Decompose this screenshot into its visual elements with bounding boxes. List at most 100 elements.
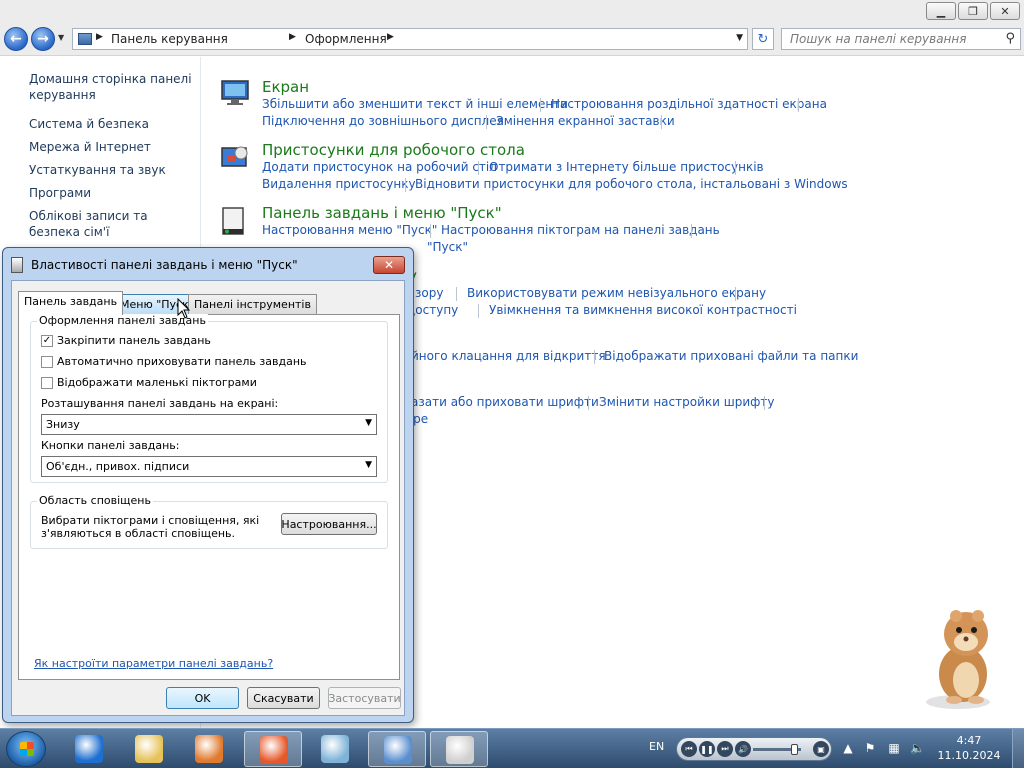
lock-taskbar-checkbox[interactable]: ✓ Закріпити панель завдань	[41, 334, 211, 347]
apply-button[interactable]: Застосувати	[328, 687, 401, 709]
volume-icon[interactable]: 🔊	[735, 741, 751, 757]
taskbar-help-link[interactable]: Як настроїти параметри панелі завдань?	[34, 657, 273, 670]
cancel-button[interactable]: Скасувати	[247, 687, 320, 709]
link-non-visual-display[interactable]: Використовувати режим невізуального екра…	[467, 286, 766, 300]
forward-button[interactable]: →	[31, 27, 55, 51]
tab-taskbar[interactable]: Панель завдань	[18, 291, 124, 315]
show-desktop-button[interactable]	[1012, 729, 1024, 768]
link-separator	[735, 161, 736, 175]
control-panel-icon	[78, 33, 92, 45]
customize-notifications-button[interactable]: Настроювання...	[281, 513, 377, 535]
link-single-click[interactable]: йного клацання для відкриття	[411, 349, 606, 363]
link-restore-gadgets[interactable]: Відновити пристосунки для робочого стола…	[415, 177, 848, 191]
taskbar-buttons-select[interactable]: Об'єдн., привох. підписи ▼	[41, 456, 377, 477]
restore-player-icon[interactable]: ▣	[813, 741, 829, 757]
windows-explorer-icon	[135, 735, 163, 763]
link-high-contrast[interactable]: Увімкнення та вимкнення високої контраст…	[489, 303, 797, 317]
taskbar-button-windows-explorer[interactable]	[120, 731, 178, 767]
nav-link-network-internet[interactable]: Мережа й Інтернет	[29, 139, 194, 155]
breadcrumb-chevron-icon[interactable]: ▶	[387, 32, 394, 42]
link-get-more-gadgets[interactable]: Отримати з Інтернету більше пристосунків	[489, 160, 764, 174]
taskbar-location-value: Знизу	[46, 418, 80, 431]
link-uninstall-gadget[interactable]: Видалення пристосунку	[262, 177, 416, 191]
link-enlarge-text[interactable]: Збільшити або зменшити текст й інші елем…	[262, 97, 568, 111]
volume-slider-thumb[interactable]	[791, 744, 798, 755]
link-show-hidden-files[interactable]: Відображати приховані файли та папки	[604, 349, 858, 363]
empty-checkbox[interactable]	[41, 355, 53, 368]
breadcrumb-chevron-icon[interactable]: ▶	[96, 32, 103, 42]
taskbar-button-internet-explorer[interactable]	[60, 731, 118, 767]
system-clock[interactable]: 4:47 11.10.2024	[934, 733, 1004, 763]
lock-taskbar-label: Закріпити панель завдань	[57, 334, 211, 347]
control-panel-icon	[384, 736, 412, 764]
dialog-close-button[interactable]: ✕	[373, 256, 405, 274]
tab-toolbars[interactable]: Панелі інструментів	[188, 294, 317, 315]
link-screen-saver[interactable]: Змінення екранної заставки	[496, 114, 675, 128]
nav-link-hardware-sound[interactable]: Устаткування та звук	[29, 162, 194, 178]
maximize-button[interactable]: ❐	[958, 2, 988, 20]
speaker-icon[interactable]: 🔈	[910, 741, 925, 755]
small-icons-checkbox[interactable]: Відображати маленькі піктограми	[41, 376, 257, 389]
link-optimize-visual[interactable]: зору	[415, 286, 443, 300]
search-icon[interactable]: ⚲	[1005, 31, 1015, 46]
category-display-title[interactable]: Екран	[262, 78, 309, 96]
nav-link-programs[interactable]: Програми	[29, 185, 194, 201]
nav-link-control-panel-home[interactable]: Домашня сторінка панелі керування	[29, 71, 194, 103]
link-screen-resolution[interactable]: Настроювання роздільної здатності екрана	[551, 97, 827, 111]
link-start-partial[interactable]: "Пуск"	[427, 240, 468, 254]
next-track-icon[interactable]: ⏭	[717, 741, 733, 757]
link-change-font-settings[interactable]: Змінити настройки шрифту	[599, 395, 774, 409]
link-show-hide-fonts[interactable]: азати або приховати шрифти	[411, 395, 599, 409]
show-hidden-icons-icon[interactable]: ▲	[841, 741, 855, 755]
refresh-icon: ↻	[757, 31, 769, 47]
nav-link-user-accounts[interactable]: Облікові записи та безпека сім'ї	[29, 208, 194, 240]
link-separator	[478, 304, 479, 318]
link-separator	[430, 224, 431, 238]
taskbar-button-firefox[interactable]	[244, 731, 302, 767]
taskbar-buttons-value: Об'єдн., привох. підписи	[46, 460, 190, 473]
auto-hide-taskbar-checkbox[interactable]: Автоматично приховувати панель завдань	[41, 355, 307, 368]
nav-link-system-security[interactable]: Система й безпека	[29, 116, 194, 132]
language-indicator[interactable]: EN	[649, 740, 664, 753]
taskbar-button-media-player[interactable]	[180, 731, 238, 767]
previous-track-icon[interactable]: ⏮	[681, 741, 697, 757]
link-ease-of-access-partial[interactable]: доступу	[407, 303, 458, 317]
breadcrumb-appearance[interactable]: Оформлення	[305, 32, 387, 46]
network-icon[interactable]: ▦	[887, 741, 901, 755]
breadcrumb-control-panel[interactable]: Панель керування	[111, 32, 228, 46]
action-center-icon[interactable]: ⚑	[863, 741, 877, 755]
taskbar-button-taskbar-properties[interactable]	[430, 731, 488, 767]
taskbar-location-select[interactable]: Знизу ▼	[41, 414, 377, 435]
address-history-dropdown-icon[interactable]: ▼	[736, 33, 743, 43]
link-separator	[798, 98, 799, 112]
link-separator	[540, 98, 541, 112]
link-add-gadget[interactable]: Додати пристосунок на робочий стіл	[262, 160, 497, 174]
windows-logo-icon	[20, 742, 34, 756]
category-gadgets-title[interactable]: Пристосунки для робочого стола	[262, 141, 525, 159]
refresh-button[interactable]: ↻	[752, 28, 774, 50]
link-customize-start-menu[interactable]: Настроювання меню "Пуск"	[262, 223, 437, 237]
taskbar-button-control-panel[interactable]	[368, 731, 426, 767]
link-external-display[interactable]: Підключення до зовнішнього дисплея	[262, 114, 504, 128]
pause-icon[interactable]: ❚❚	[699, 741, 715, 757]
breadcrumb-chevron-icon[interactable]: ▶	[289, 32, 296, 42]
checkmark-icon[interactable]: ✓	[41, 334, 53, 347]
taskbar: EN ⏮ ❚❚ ⏭ 🔊 ▣ ▲ ⚑ ▦ 🔈 4:47 11.10.2024	[0, 728, 1024, 768]
ok-button[interactable]: OK	[166, 687, 239, 709]
start-button[interactable]	[6, 731, 46, 767]
taskbar-start-menu-icon[interactable]	[219, 205, 251, 237]
notification-area-group: Область сповіщень Вибрати піктограми і с…	[30, 494, 388, 549]
minimize-button[interactable]: ▁	[926, 2, 956, 20]
close-button[interactable]: ✕	[990, 2, 1020, 20]
recent-pages-dropdown[interactable]: ▼	[58, 33, 64, 42]
taskbar-button-window-switcher[interactable]	[306, 731, 364, 767]
media-player-toolbar: ⏮ ❚❚ ⏭ 🔊 ▣	[676, 737, 832, 761]
link-customize-taskbar-icons[interactable]: Настроювання піктограм на панелі завдань	[441, 223, 720, 237]
category-taskbar-title[interactable]: Панель завдань і меню "Пуск"	[262, 204, 502, 222]
display-icon[interactable]	[219, 77, 251, 109]
desktop-gadgets-icon[interactable]	[219, 142, 251, 174]
back-button[interactable]: ←	[4, 27, 28, 51]
empty-checkbox[interactable]	[41, 376, 53, 389]
search-input[interactable]: Пошук на панелі керування ⚲	[781, 28, 1021, 50]
address-bar[interactable]: ▶ Панель керування ▶ Оформлення ▶ ▼	[72, 28, 748, 50]
